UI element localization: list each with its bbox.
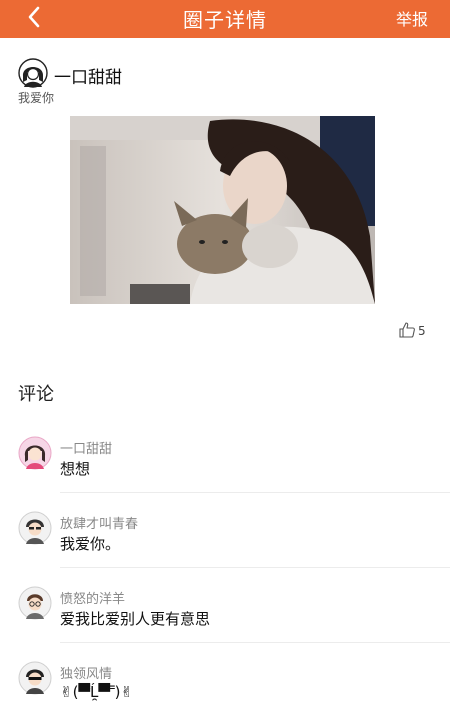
comment-username: 一口甜甜: [60, 442, 113, 457]
page-title: 圈子详情: [183, 8, 267, 32]
comment-text: 爱我比爱别人更有意思: [60, 610, 211, 628]
author-name: 一口甜甜: [54, 68, 122, 88]
avatar[interactable]: [18, 586, 52, 620]
top-nav-bar: 圈子详情 举报: [0, 0, 450, 38]
avatar[interactable]: [18, 511, 52, 545]
post-photo[interactable]: [70, 116, 375, 304]
divider: [60, 642, 450, 643]
comments-heading: 评论: [18, 384, 54, 405]
post-text: 我爱你: [18, 91, 55, 105]
thumbs-up-icon: [399, 322, 415, 338]
avatar[interactable]: [18, 661, 52, 695]
avatar[interactable]: [18, 436, 52, 470]
comment-text: 我爱你。: [60, 535, 121, 553]
divider: [60, 567, 450, 568]
report-button[interactable]: 举报: [396, 6, 428, 30]
comment-text: 想想: [60, 460, 91, 478]
comment-username: 放肆才叫青春: [60, 517, 139, 532]
divider: [60, 492, 450, 493]
comment-text: ✌(▀̿Ĺ̯▀̿ ̿)✌: [60, 683, 134, 701]
avatar[interactable]: [18, 58, 48, 88]
like-count: 5: [418, 324, 426, 338]
comment-username: 愤怒的洋羊: [60, 592, 126, 607]
comment-username: 独领风情: [60, 667, 113, 682]
